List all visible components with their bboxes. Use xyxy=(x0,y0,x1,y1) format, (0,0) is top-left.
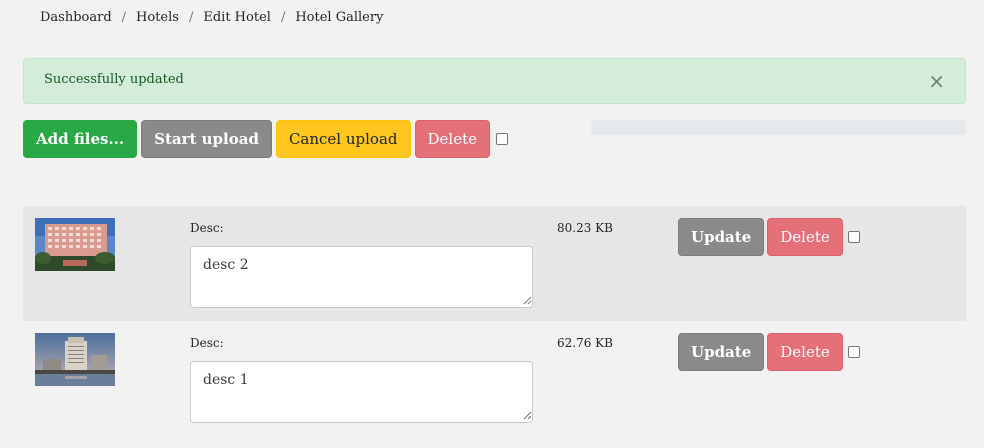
breadcrumb-separator: / xyxy=(188,10,194,25)
breadcrumb-edit-hotel[interactable]: Edit Hotel xyxy=(203,10,271,25)
file-row: Desc: desc 1 62.76 KB Update Delete xyxy=(23,321,966,436)
desc-textarea[interactable]: desc 2 xyxy=(190,246,533,308)
breadcrumb-hotel-gallery: Hotel Gallery xyxy=(295,10,384,25)
breadcrumb-separator: / xyxy=(280,10,286,25)
desc-textarea[interactable]: desc 1 xyxy=(190,361,533,423)
delete-selected-button[interactable]: Delete xyxy=(414,120,490,158)
breadcrumb: Dashboard / Hotels / Edit Hotel / Hotel … xyxy=(40,10,383,25)
alert-message: Successfully updated xyxy=(44,72,184,87)
breadcrumb-dashboard[interactable]: Dashboard xyxy=(40,10,112,25)
desc-label: Desc: xyxy=(190,336,224,350)
update-button[interactable]: Update xyxy=(678,218,765,256)
file-size: 80.23 KB xyxy=(557,221,613,235)
resize-handle-icon[interactable] xyxy=(522,295,532,305)
cancel-upload-button[interactable]: Cancel upload xyxy=(275,120,411,158)
resize-handle-icon[interactable] xyxy=(522,410,532,420)
row-select-checkbox[interactable] xyxy=(847,231,860,243)
file-row: Desc: desc 2 80.23 KB Update Delete xyxy=(23,206,966,321)
update-button[interactable]: Update xyxy=(678,333,765,371)
breadcrumb-hotels[interactable]: Hotels xyxy=(136,10,179,25)
upload-toolbar: Add files... Start upload Cancel upload … xyxy=(23,120,508,158)
upload-progress-bar xyxy=(591,120,966,135)
hotel-photo-waterfront-tower xyxy=(35,333,115,386)
file-size: 62.76 KB xyxy=(557,336,613,350)
success-alert: Successfully updated × xyxy=(23,58,966,104)
start-upload-button[interactable]: Start upload xyxy=(141,120,272,158)
select-all-checkbox[interactable] xyxy=(496,133,508,145)
add-files-button[interactable]: Add files... xyxy=(23,120,138,158)
delete-button[interactable]: Delete xyxy=(767,333,843,371)
close-icon[interactable]: × xyxy=(928,71,945,91)
breadcrumb-separator: / xyxy=(121,10,127,25)
hotel-photo-modern-facade xyxy=(35,218,115,271)
row-actions: Update Delete xyxy=(678,218,860,256)
row-select-checkbox[interactable] xyxy=(847,346,860,358)
row-actions: Update Delete xyxy=(678,333,860,371)
delete-button[interactable]: Delete xyxy=(767,218,843,256)
desc-label: Desc: xyxy=(190,221,224,235)
